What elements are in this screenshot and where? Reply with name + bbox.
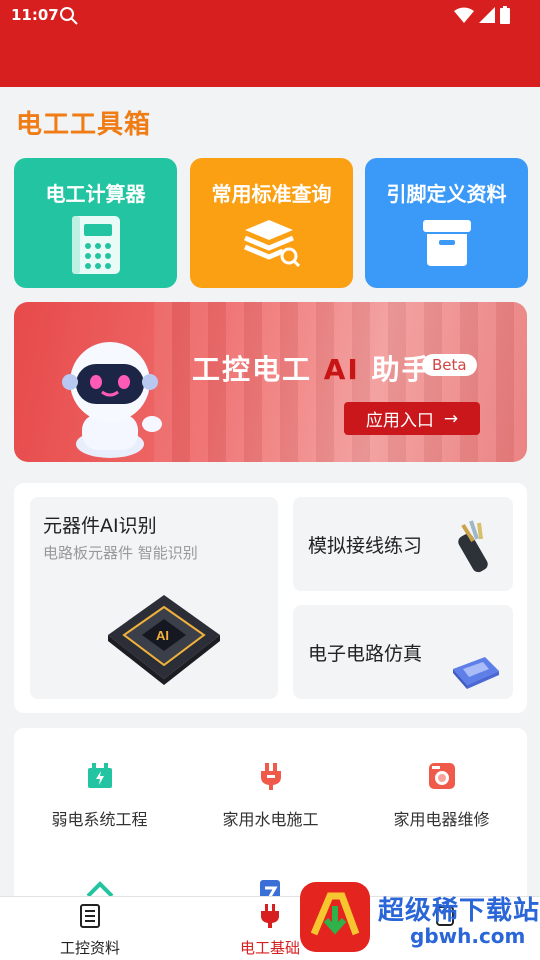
circuit-board-icon — [453, 657, 499, 689]
card-label: 引脚定义资料 — [386, 182, 507, 206]
page-title: 电工工具箱 — [16, 110, 152, 140]
robot-icon — [62, 342, 162, 458]
card-label: 常用标准查询 — [211, 182, 332, 206]
site-watermark: 超级稀下载站 gbwh.com — [300, 882, 540, 960]
category-grid: 弱电系统工程 家用水电施工 家用电器维修 — [14, 728, 527, 908]
wiring-practice[interactable]: 模拟接线练习 — [293, 497, 513, 591]
arrow-right-icon: → — [443, 408, 459, 429]
card-calculator[interactable]: 电工计算器 — [14, 158, 177, 288]
weak-current-icon — [87, 763, 112, 788]
tile-title: 模拟接线练习 — [308, 535, 423, 557]
tile-title: 电子电路仿真 — [308, 643, 423, 665]
ai-assistant-banner[interactable]: 工控电工 AI 助手 Beta 应用入口 → — [14, 302, 527, 462]
watermark-url: gbwh.com — [410, 924, 526, 948]
feature-panel: 元器件AI识别 电路板元器件 智能识别 AI 模拟接线练习 电子电路仿真 — [14, 483, 527, 713]
calculator-icon — [71, 216, 120, 274]
circuit-simulation[interactable]: 电子电路仿真 — [293, 605, 513, 699]
tile-title: 元器件AI识别 — [43, 515, 157, 537]
cable-icon — [458, 520, 488, 573]
signal-icon — [479, 7, 495, 23]
grid-item-appliance-repair[interactable]: 家用电器维修 — [356, 760, 527, 830]
washer-icon — [428, 763, 455, 789]
search-icon — [60, 7, 78, 25]
download-logo-icon — [310, 892, 360, 936]
status-time: 11:07 — [11, 6, 59, 24]
wifi-icon — [454, 7, 474, 23]
plug-icon — [260, 763, 281, 790]
nav-tab-industrial-docs[interactable]: 工控资料 — [35, 903, 145, 958]
watermark-logo — [300, 882, 370, 952]
watermark-text: 超级稀下载站 — [378, 896, 540, 926]
card-label: 电工计算器 — [45, 182, 146, 206]
plug-nav-icon — [261, 904, 279, 928]
banner-title: 工控电工 AI 助手 — [192, 353, 432, 386]
document-icon — [80, 904, 100, 928]
battery-icon — [500, 6, 510, 24]
svg-text:AI: AI — [156, 628, 169, 643]
grid-item-weak-current[interactable]: 弱电系统工程 — [14, 760, 185, 830]
grid-item-plumbing-electrical[interactable]: 家用水电施工 — [185, 760, 356, 830]
layers-search-icon — [243, 220, 300, 268]
ai-chip-icon: AI — [108, 595, 220, 685]
card-pin-definitions[interactable]: 引脚定义资料 — [365, 158, 528, 288]
component-ai-recognition[interactable]: 元器件AI识别 电路板元器件 智能识别 AI — [30, 497, 278, 699]
card-standards[interactable]: 常用标准查询 — [190, 158, 353, 288]
box-icon — [422, 220, 471, 266]
status-bar: 11:07 — [0, 0, 540, 32]
tile-subtitle: 电路板元器件 智能识别 — [43, 544, 198, 562]
enter-app-button[interactable]: 应用入口 → — [344, 402, 480, 435]
beta-badge: Beta — [422, 354, 477, 376]
